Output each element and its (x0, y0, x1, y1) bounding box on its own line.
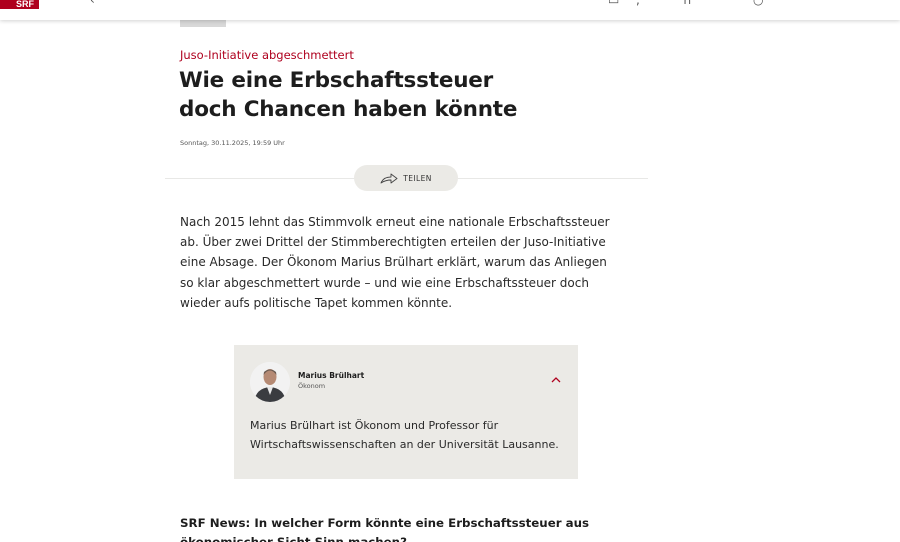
article-title: Wie eine Erbschaftssteuer doch Chancen h… (179, 66, 599, 124)
share-button[interactable]: TEILEN (354, 165, 458, 191)
share-label: TEILEN (403, 173, 432, 183)
article-lead: Nach 2015 lehnt das Stimmvolk erneut ein… (180, 215, 610, 310)
expert-name: Marius Brülhart (298, 371, 365, 380)
expert-role: Ökonom (298, 382, 326, 390)
person-portrait-icon (250, 362, 290, 402)
article-title-line-2: doch Chancen haben könnte (179, 97, 518, 122)
chevron-up-icon[interactable] (550, 374, 562, 386)
share-arrow-icon (380, 173, 398, 184)
avatar (250, 362, 290, 402)
article-kicker: Juso-Initiative abgeschmettert (180, 48, 354, 62)
interview-question: SRF News: In welcher Form könnte eine Er… (180, 516, 590, 542)
image-stub (180, 20, 226, 27)
dot-icon: , (636, 0, 640, 7)
expert-info-box: Marius Brülhart Ökonom Marius Brülhart i… (234, 345, 578, 479)
headphones-icon[interactable]: ∩ (683, 0, 692, 6)
menu-arrow-icon[interactable]: ‹ (90, 0, 95, 6)
top-navigation-bar: SRF ‹ ▭ , ∩ ○ (0, 0, 900, 20)
srf-logo[interactable]: SRF (0, 0, 39, 9)
expert-bio: Marius Brülhart ist Ökonom und Professor… (250, 419, 559, 451)
tv-icon[interactable]: ▭ (608, 0, 619, 6)
search-icon[interactable]: ○ (753, 0, 763, 6)
article-title-line-1: Wie eine Erbschaftssteuer (179, 68, 494, 93)
article-date: Sonntag, 30.11.2025, 19:59 Uhr (180, 139, 285, 147)
